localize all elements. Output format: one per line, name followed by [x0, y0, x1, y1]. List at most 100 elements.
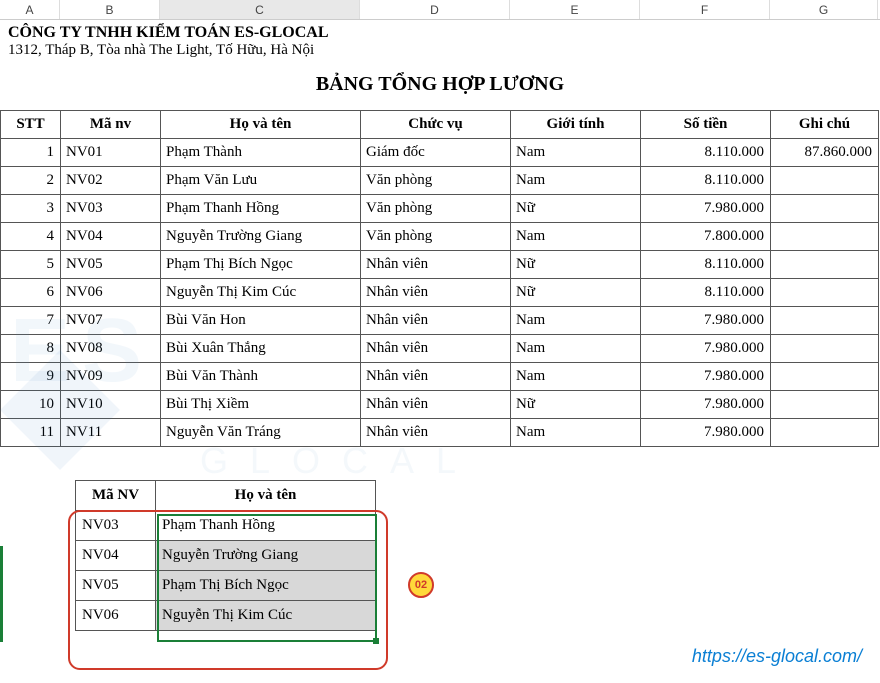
cell-ho-ten[interactable]: Phạm Thị Bích Ngọc [161, 251, 361, 279]
table-row[interactable]: 5NV05Phạm Thị Bích NgọcNhân viênNữ8.110.… [1, 251, 879, 279]
extract-cell-ten[interactable]: Phạm Thị Bích Ngọc [156, 571, 376, 601]
cell-so-tien[interactable]: 8.110.000 [641, 167, 771, 195]
cell-chuc-vu[interactable]: Nhân viên [361, 391, 511, 419]
cell-gioi-tinh[interactable]: Nam [511, 335, 641, 363]
cell-chuc-vu[interactable]: Nhân viên [361, 251, 511, 279]
cell-ho-ten[interactable]: Nguyễn Văn Tráng [161, 419, 361, 447]
cell-ghi-chu[interactable] [771, 279, 879, 307]
cell-ho-ten[interactable]: Phạm Văn Lưu [161, 167, 361, 195]
table-row[interactable]: 11NV11Nguyễn Văn TrángNhân viênNam7.980.… [1, 419, 879, 447]
cell-ma-nv[interactable]: NV11 [61, 419, 161, 447]
cell-ma-nv[interactable]: NV02 [61, 167, 161, 195]
cell-ma-nv[interactable]: NV03 [61, 195, 161, 223]
cell-stt[interactable]: 10 [1, 391, 61, 419]
cell-ghi-chu[interactable] [771, 363, 879, 391]
cell-so-tien[interactable]: 7.980.000 [641, 335, 771, 363]
cell-chuc-vu[interactable]: Nhân viên [361, 335, 511, 363]
cell-ma-nv[interactable]: NV09 [61, 363, 161, 391]
cell-chuc-vu[interactable]: Nhân viên [361, 419, 511, 447]
cell-so-tien[interactable]: 7.980.000 [641, 419, 771, 447]
cell-ma-nv[interactable]: NV08 [61, 335, 161, 363]
cell-so-tien[interactable]: 8.110.000 [641, 139, 771, 167]
col-header-G[interactable]: G [770, 0, 878, 19]
extract-cell-ma[interactable]: NV05 [76, 571, 156, 601]
cell-stt[interactable]: 8 [1, 335, 61, 363]
extract-cell-ma[interactable]: NV04 [76, 541, 156, 571]
cell-ghi-chu[interactable] [771, 167, 879, 195]
col-header-F[interactable]: F [640, 0, 770, 19]
table-row[interactable]: 7NV07Bùi Văn HonNhân viênNam7.980.000 [1, 307, 879, 335]
cell-ghi-chu[interactable] [771, 251, 879, 279]
table-row[interactable]: 6NV06Nguyễn Thị Kim CúcNhân viênNữ8.110.… [1, 279, 879, 307]
cell-ghi-chu[interactable] [771, 391, 879, 419]
cell-ho-ten[interactable]: Nguyễn Thị Kim Cúc [161, 279, 361, 307]
cell-so-tien[interactable]: 7.980.000 [641, 363, 771, 391]
extract-cell-ten[interactable]: Nguyễn Trường Giang [156, 541, 376, 571]
cell-stt[interactable]: 7 [1, 307, 61, 335]
cell-stt[interactable]: 9 [1, 363, 61, 391]
col-header-C[interactable]: C [160, 0, 360, 19]
cell-ghi-chu[interactable] [771, 223, 879, 251]
cell-ho-ten[interactable]: Phạm Thanh Hồng [161, 195, 361, 223]
cell-ma-nv[interactable]: NV10 [61, 391, 161, 419]
cell-ghi-chu[interactable]: 87.860.000 [771, 139, 879, 167]
extract-cell-ten[interactable]: Nguyễn Thị Kim Cúc [156, 601, 376, 631]
cell-ma-nv[interactable]: NV04 [61, 223, 161, 251]
cell-chuc-vu[interactable]: Nhân viên [361, 279, 511, 307]
table-row[interactable]: 4NV04Nguyễn Trường GiangVăn phòngNam7.80… [1, 223, 879, 251]
cell-chuc-vu[interactable]: Văn phòng [361, 223, 511, 251]
cell-ho-ten[interactable]: Bùi Thị Xiềm [161, 391, 361, 419]
col-header-E[interactable]: E [510, 0, 640, 19]
cell-chuc-vu[interactable]: Văn phòng [361, 167, 511, 195]
cell-ma-nv[interactable]: NV06 [61, 279, 161, 307]
extract-row[interactable]: NV05Phạm Thị Bích Ngọc [76, 571, 376, 601]
footer-link[interactable]: https://es-glocal.com/ [692, 646, 862, 667]
cell-gioi-tinh[interactable]: Nam [511, 307, 641, 335]
extract-row[interactable]: NV03Phạm Thanh Hồng [76, 511, 376, 541]
extract-row[interactable]: NV06Nguyễn Thị Kim Cúc [76, 601, 376, 631]
cell-stt[interactable]: 6 [1, 279, 61, 307]
cell-ma-nv[interactable]: NV07 [61, 307, 161, 335]
cell-gioi-tinh[interactable]: Nữ [511, 391, 641, 419]
cell-gioi-tinh[interactable]: Nam [511, 363, 641, 391]
cell-so-tien[interactable]: 8.110.000 [641, 279, 771, 307]
extract-cell-ten[interactable]: Phạm Thanh Hồng [156, 511, 376, 541]
cell-gioi-tinh[interactable]: Nam [511, 139, 641, 167]
cell-ho-ten[interactable]: Bùi Văn Thành [161, 363, 361, 391]
col-header-B[interactable]: B [60, 0, 160, 19]
table-row[interactable]: 9NV09Bùi Văn ThànhNhân viênNam7.980.000 [1, 363, 879, 391]
table-row[interactable]: 10NV10Bùi Thị XiềmNhân viênNữ7.980.000 [1, 391, 879, 419]
cell-ho-ten[interactable]: Phạm Thành [161, 139, 361, 167]
table-row[interactable]: 1NV01Phạm ThànhGiám đốcNam8.110.00087.86… [1, 139, 879, 167]
cell-so-tien[interactable]: 7.980.000 [641, 195, 771, 223]
cell-ma-nv[interactable]: NV01 [61, 139, 161, 167]
cell-so-tien[interactable]: 8.110.000 [641, 251, 771, 279]
extract-cell-ma[interactable]: NV06 [76, 601, 156, 631]
extract-cell-ma[interactable]: NV03 [76, 511, 156, 541]
cell-ghi-chu[interactable] [771, 307, 879, 335]
cell-ho-ten[interactable]: Nguyễn Trường Giang [161, 223, 361, 251]
cell-gioi-tinh[interactable]: Nữ [511, 195, 641, 223]
cell-gioi-tinh[interactable]: Nam [511, 167, 641, 195]
cell-ho-ten[interactable]: Bùi Văn Hon [161, 307, 361, 335]
cell-chuc-vu[interactable]: Văn phòng [361, 195, 511, 223]
cell-so-tien[interactable]: 7.800.000 [641, 223, 771, 251]
cell-ghi-chu[interactable] [771, 195, 879, 223]
cell-so-tien[interactable]: 7.980.000 [641, 307, 771, 335]
cell-stt[interactable]: 2 [1, 167, 61, 195]
table-row[interactable]: 8NV08Bùi Xuân ThắngNhân viênNam7.980.000 [1, 335, 879, 363]
cell-chuc-vu[interactable]: Nhân viên [361, 363, 511, 391]
cell-gioi-tinh[interactable]: Nữ [511, 279, 641, 307]
cell-so-tien[interactable]: 7.980.000 [641, 391, 771, 419]
cell-ma-nv[interactable]: NV05 [61, 251, 161, 279]
cell-gioi-tinh[interactable]: Nam [511, 223, 641, 251]
cell-ho-ten[interactable]: Bùi Xuân Thắng [161, 335, 361, 363]
cell-stt[interactable]: 11 [1, 419, 61, 447]
cell-stt[interactable]: 1 [1, 139, 61, 167]
cell-gioi-tinh[interactable]: Nam [511, 419, 641, 447]
extract-row[interactable]: NV04Nguyễn Trường Giang [76, 541, 376, 571]
col-header-A[interactable]: A [0, 0, 60, 19]
selection-fill-handle[interactable] [373, 638, 379, 644]
cell-ghi-chu[interactable] [771, 335, 879, 363]
cell-gioi-tinh[interactable]: Nữ [511, 251, 641, 279]
